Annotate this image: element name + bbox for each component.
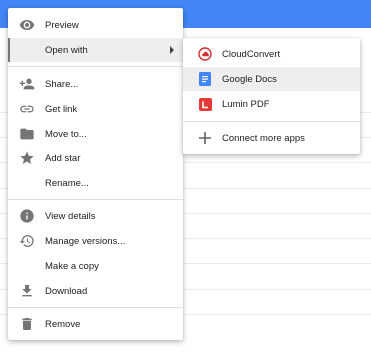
menu-item-download[interactable]: Download — [8, 279, 183, 303]
menu-divider — [8, 66, 183, 67]
menu-item-label: Share... — [45, 78, 79, 90]
menu-item-label: Rename... — [45, 177, 89, 189]
menu-item-label: View details — [45, 210, 96, 222]
context-menu: Preview Open with Share... Get link Move… — [8, 8, 183, 340]
submenu-item-connect-more-apps[interactable]: Connect more apps — [183, 126, 360, 150]
menu-item-label: Download — [45, 285, 88, 297]
folder-icon — [19, 126, 35, 142]
menu-item-view-details[interactable]: View details — [8, 204, 183, 228]
menu-divider — [8, 307, 183, 308]
submenu-item-label: Lumin PDF — [222, 98, 270, 110]
plus-icon — [197, 130, 213, 146]
cloudconvert-icon — [197, 46, 213, 62]
submenu-item-google-docs[interactable]: Google Docs — [183, 67, 360, 91]
menu-item-move-to[interactable]: Move to... — [8, 122, 183, 146]
submenu-item-label: Connect more apps — [222, 132, 305, 144]
history-icon — [19, 233, 35, 249]
download-icon — [19, 283, 35, 299]
eye-icon — [19, 17, 35, 33]
menu-item-rename[interactable]: Rename... — [8, 171, 183, 195]
star-icon — [19, 150, 35, 166]
menu-item-make-a-copy[interactable]: Make a copy — [8, 254, 183, 278]
submenu-item-label: Google Docs — [222, 73, 277, 85]
submenu-item-lumin-pdf[interactable]: Lumin PDF — [183, 92, 360, 116]
menu-item-add-star[interactable]: Add star — [8, 146, 183, 170]
menu-item-label: Remove — [45, 318, 81, 330]
info-icon — [19, 208, 35, 224]
menu-item-label: Preview — [45, 19, 79, 31]
menu-item-remove[interactable]: Remove — [8, 312, 183, 336]
menu-item-share[interactable]: Share... — [8, 72, 183, 96]
person-add-icon — [19, 76, 35, 92]
menu-item-label: Get link — [45, 103, 78, 115]
link-icon — [19, 101, 35, 117]
submenu-item-label: CloudConvert — [222, 48, 281, 60]
open-with-submenu: CloudConvert Google Docs Lumin PDF Conne… — [183, 38, 360, 154]
menu-item-label: Move to... — [45, 128, 87, 140]
menu-item-open-with[interactable]: Open with — [8, 38, 183, 62]
menu-item-manage-versions[interactable]: Manage versions... — [8, 229, 183, 253]
menu-item-label: Add star — [45, 152, 81, 164]
menu-item-preview[interactable]: Preview — [8, 13, 183, 37]
trash-icon — [19, 316, 35, 332]
chevron-right-icon — [169, 46, 175, 57]
submenu-item-cloudconvert[interactable]: CloudConvert — [183, 42, 360, 66]
google-docs-icon — [197, 71, 213, 87]
lumin-pdf-icon — [197, 96, 213, 112]
menu-item-label: Open with — [45, 44, 88, 56]
menu-item-get-link[interactable]: Get link — [8, 97, 183, 121]
menu-item-label: Make a copy — [45, 260, 99, 272]
menu-item-label: Manage versions... — [45, 235, 126, 247]
menu-divider — [8, 199, 183, 200]
menu-divider — [183, 121, 360, 122]
